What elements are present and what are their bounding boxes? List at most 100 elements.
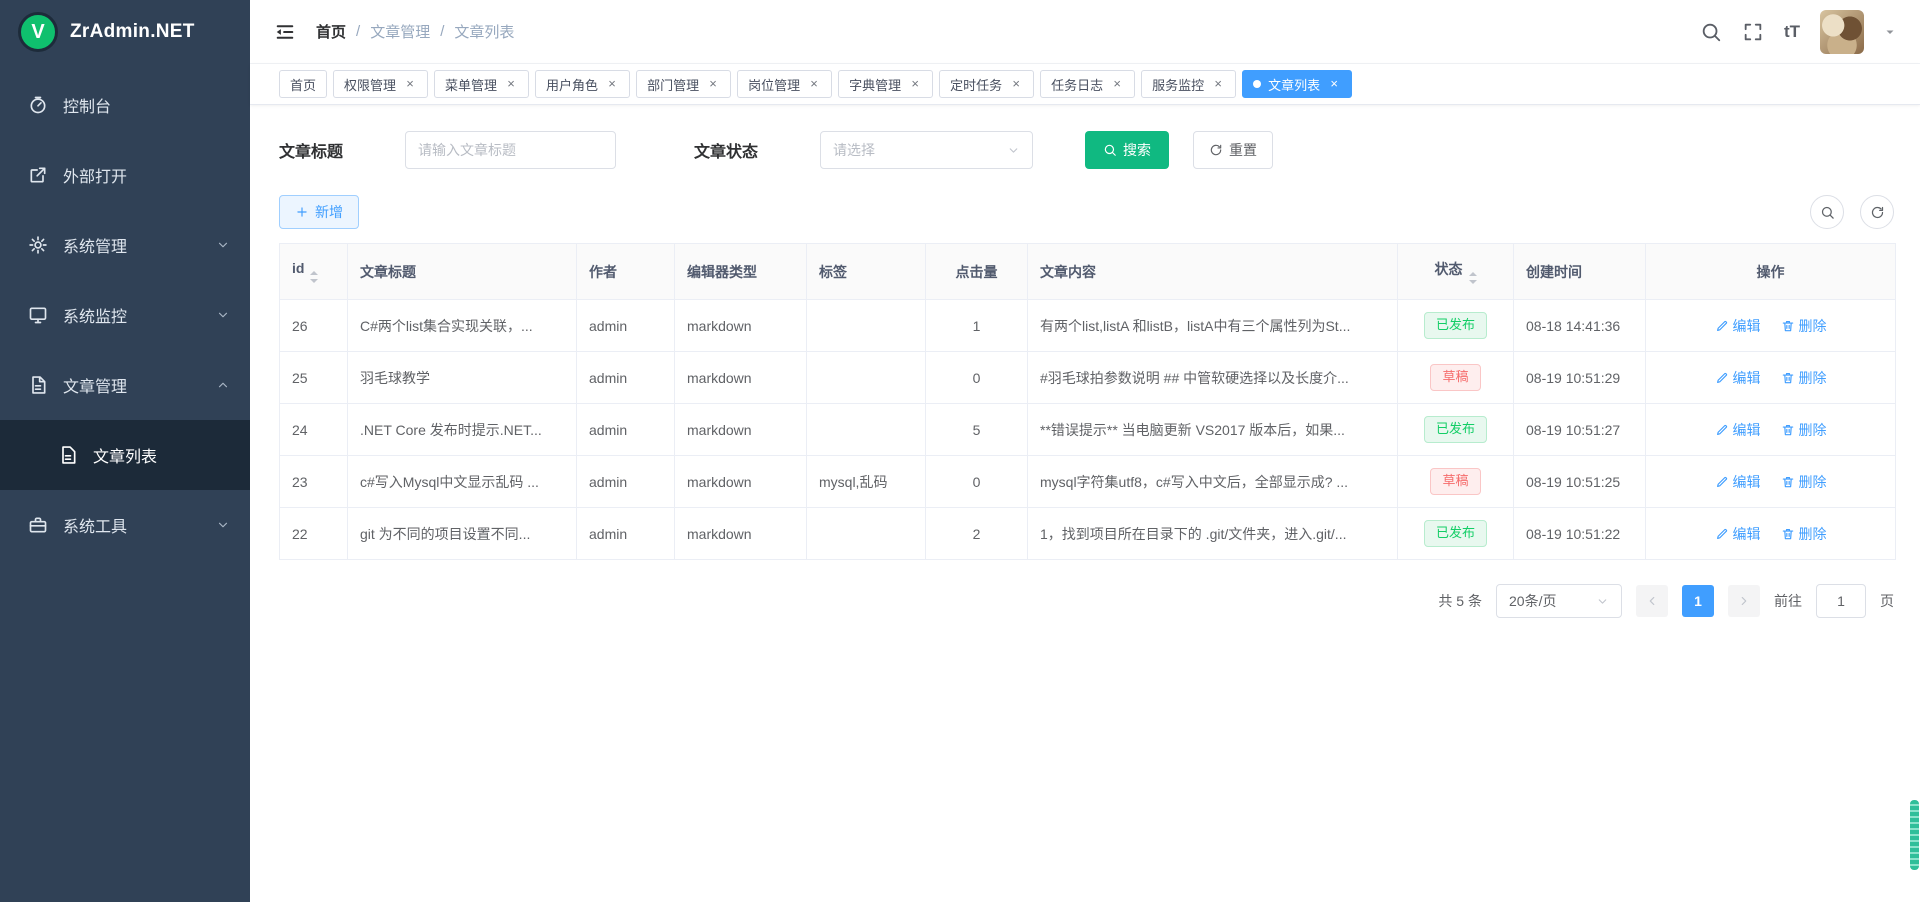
page-size-select[interactable]: 20条/页 xyxy=(1496,584,1622,618)
close-icon[interactable]: × xyxy=(1327,77,1341,91)
delete-button[interactable]: 删除 xyxy=(1781,472,1827,492)
breadcrumb-item[interactable]: 文章管理 xyxy=(370,21,430,42)
close-icon[interactable]: × xyxy=(605,77,619,91)
edit-button[interactable]: 编辑 xyxy=(1715,524,1761,544)
tab-10[interactable]: 文章列表× xyxy=(1242,70,1352,98)
search-icon[interactable] xyxy=(1700,21,1722,43)
edit-icon xyxy=(1715,319,1729,333)
tab-4[interactable]: 部门管理× xyxy=(636,70,731,98)
cell: admin xyxy=(577,456,675,508)
tab-label: 岗位管理 xyxy=(748,75,800,94)
close-icon[interactable]: × xyxy=(1211,77,1225,91)
sidebar-item-system[interactable]: 系统管理 xyxy=(0,210,250,280)
user-menu-caret-icon[interactable] xyxy=(1884,26,1896,38)
tab-1[interactable]: 权限管理× xyxy=(333,70,428,98)
breadcrumb-item[interactable]: 首页 xyxy=(316,21,346,42)
tab-label: 定时任务 xyxy=(950,75,1002,94)
column-header-3: 编辑器类型 xyxy=(675,244,807,300)
sidebar-collapse-icon[interactable] xyxy=(274,21,296,43)
status-badge: 已发布 xyxy=(1424,520,1487,546)
breadcrumb: 首页/文章管理/文章列表 xyxy=(316,21,514,42)
tab-2[interactable]: 菜单管理× xyxy=(434,70,529,98)
close-icon[interactable]: × xyxy=(1110,77,1124,91)
chevron-up-icon xyxy=(216,378,230,392)
close-icon[interactable]: × xyxy=(504,77,518,91)
sort-icon[interactable] xyxy=(1469,272,1477,284)
cell-status: 草稿 xyxy=(1398,456,1514,508)
status-badge: 已发布 xyxy=(1424,416,1487,442)
sidebar-item-monitor[interactable]: 系统监控 xyxy=(0,280,250,350)
tab-9[interactable]: 服务监控× xyxy=(1141,70,1236,98)
delete-button[interactable]: 删除 xyxy=(1781,368,1827,388)
reset-button[interactable]: 重置 xyxy=(1193,131,1273,169)
sidebar-item-external[interactable]: 外部打开 xyxy=(0,140,250,210)
column-label: 状态 xyxy=(1435,261,1463,277)
tab-label: 任务日志 xyxy=(1051,75,1103,94)
cell xyxy=(807,300,926,352)
status-badge: 草稿 xyxy=(1430,468,1480,494)
search-button-label: 搜索 xyxy=(1123,140,1151,160)
sort-icon[interactable] xyxy=(310,271,318,283)
sidebar-item-label: 文章管理 xyxy=(63,373,127,397)
sidebar-item-label: 外部打开 xyxy=(63,163,127,187)
edit-button[interactable]: 编辑 xyxy=(1715,472,1761,492)
page-scrollbar[interactable] xyxy=(1910,0,1919,902)
close-icon[interactable]: × xyxy=(706,77,720,91)
goto-page-input[interactable] xyxy=(1816,584,1866,618)
tab-6[interactable]: 字典管理× xyxy=(838,70,933,98)
cell-created: 08-19 10:51:22 xyxy=(1514,508,1646,560)
page-size-value: 20条/页 xyxy=(1509,591,1556,611)
chevron-down-icon xyxy=(1596,595,1609,608)
toggle-search-icon[interactable] xyxy=(1810,195,1844,229)
page-1-button[interactable]: 1 xyxy=(1682,585,1714,617)
delete-button[interactable]: 删除 xyxy=(1781,420,1827,440)
add-button[interactable]: 新增 xyxy=(279,195,359,229)
chevron-down-icon xyxy=(216,308,230,322)
sidebar-item-article[interactable]: 文章管理 xyxy=(0,350,250,420)
column-label: 创建时间 xyxy=(1526,264,1582,280)
column-header-1: 文章标题 xyxy=(348,244,577,300)
refresh-table-icon[interactable] xyxy=(1860,195,1894,229)
next-page-button[interactable] xyxy=(1728,585,1760,617)
article-title-input[interactable] xyxy=(405,131,616,169)
tab-8[interactable]: 任务日志 × xyxy=(1040,70,1135,98)
tab-0[interactable]: 首页 xyxy=(279,70,327,98)
tab-7[interactable]: 定时任务 × xyxy=(939,70,1034,98)
sidebar-item-article-list[interactable]: 文章列表 xyxy=(0,420,250,490)
font-size-icon[interactable]: tT xyxy=(1784,22,1800,42)
goto-label: 前往 xyxy=(1774,591,1802,611)
logo-icon: V xyxy=(18,12,58,52)
edit-button[interactable]: 编辑 xyxy=(1715,316,1761,336)
delete-button[interactable]: 删除 xyxy=(1781,316,1827,336)
column-header-7[interactable]: 状态 xyxy=(1398,244,1514,300)
column-label: 标签 xyxy=(819,264,847,280)
close-icon[interactable]: × xyxy=(807,77,821,91)
cell: mysql字符集utf8，c#写入中文后，全部显示成? ... xyxy=(1028,456,1398,508)
sidebar-item-console[interactable]: 控制台 xyxy=(0,70,250,140)
plus-icon xyxy=(295,205,309,219)
column-label: 点击量 xyxy=(956,264,998,280)
close-icon[interactable]: × xyxy=(908,77,922,91)
tab-5[interactable]: 岗位管理 × xyxy=(737,70,832,98)
avatar[interactable] xyxy=(1820,10,1864,54)
close-icon[interactable]: × xyxy=(403,77,417,91)
sidebar-item-tools[interactable]: 系统工具 xyxy=(0,490,250,560)
cell: 0 xyxy=(926,456,1028,508)
add-button-label: 新增 xyxy=(315,202,343,222)
tab-3[interactable]: 用户角色× xyxy=(535,70,630,98)
prev-page-button[interactable] xyxy=(1636,585,1668,617)
delete-button[interactable]: 删除 xyxy=(1781,524,1827,544)
cell-status: 草稿 xyxy=(1398,352,1514,404)
search-button[interactable]: 搜索 xyxy=(1085,131,1169,169)
article-status-select[interactable]: 请选择 xyxy=(820,131,1033,169)
edit-button[interactable]: 编辑 xyxy=(1715,368,1761,388)
logo[interactable]: V ZrAdmin.NET xyxy=(0,0,250,64)
monitor-icon xyxy=(28,305,48,325)
fullscreen-icon[interactable] xyxy=(1742,21,1764,43)
close-icon[interactable]: × xyxy=(1009,77,1023,91)
scrollbar-thumb[interactable] xyxy=(1910,800,1919,870)
column-label: 文章内容 xyxy=(1040,264,1096,280)
column-header-0[interactable]: id xyxy=(280,244,348,300)
article-table: id文章标题作者编辑器类型标签点击量文章内容状态创建时间操作 26C#两个lis… xyxy=(279,243,1894,560)
edit-button[interactable]: 编辑 xyxy=(1715,420,1761,440)
